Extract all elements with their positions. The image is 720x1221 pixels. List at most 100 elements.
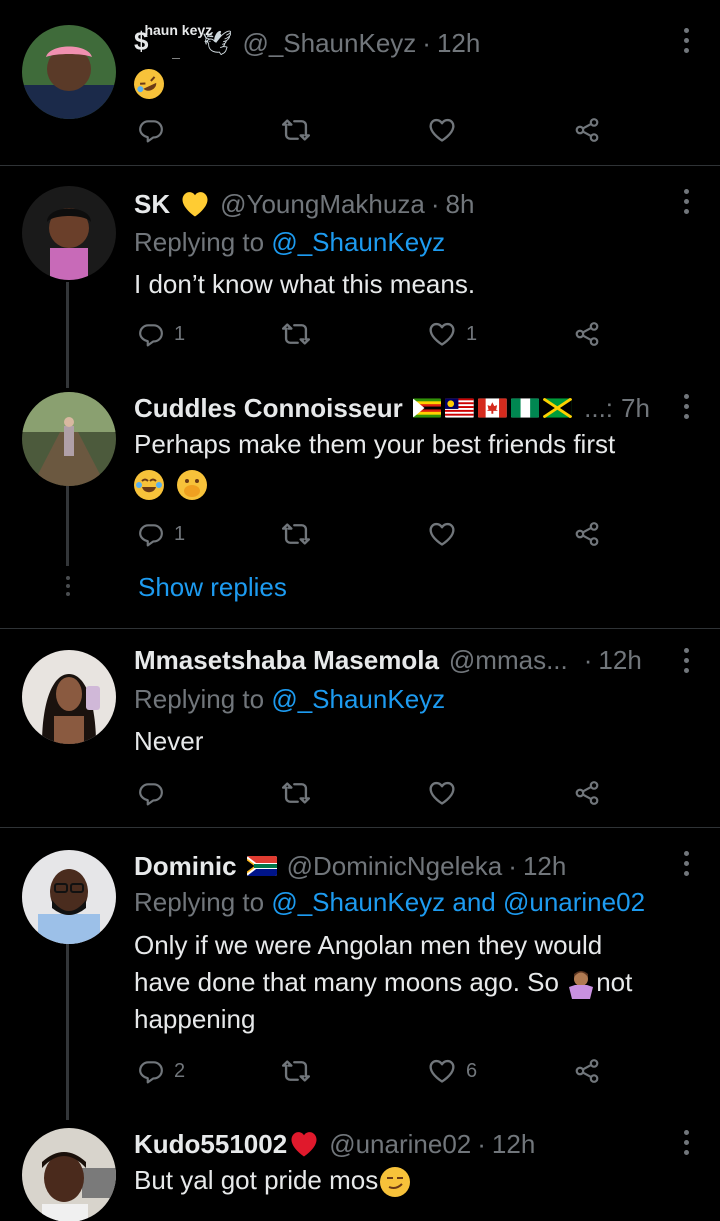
share-button[interactable] (574, 314, 600, 354)
tweet-header: SK @YoungMakhuza · 8h (134, 186, 660, 222)
avatar[interactable] (22, 186, 116, 280)
handle[interactable]: @DominicNgeleka (287, 851, 503, 882)
reply-icon (138, 1058, 164, 1084)
tweet[interactable]: Cuddles Connoisseur ...: 7h Perhaps make… (0, 386, 720, 626)
smirking-face-emoji (380, 1167, 411, 1198)
retweet-button[interactable] (282, 514, 310, 554)
reply-count: 1 (174, 322, 186, 345)
mention-link[interactable]: @_ShaunKeyz and @unarine02 (271, 887, 645, 917)
like-count: 1 (466, 322, 478, 345)
handle[interactable]: @mmas... (449, 645, 568, 676)
canada-flag-icon (478, 398, 507, 418)
reply-icon (138, 321, 164, 347)
tweet-header: $haun keyz_ 🕊 @_ShaunKeyz · 12h (134, 22, 660, 61)
more-options-icon[interactable] (676, 1122, 696, 1162)
like-button[interactable]: 1 (428, 314, 477, 354)
share-button[interactable] (574, 110, 600, 150)
reply-button[interactable]: 1 (138, 314, 185, 354)
tweet[interactable]: Kudo551002 @unarine02 · 12h But yal got … (0, 1120, 720, 1221)
tweet[interactable]: $haun keyz_ 🕊 @_ShaunKeyz · 12h (0, 0, 720, 165)
show-replies-link[interactable]: Show replies (138, 572, 287, 603)
handle[interactable]: @YoungMakhuza (220, 189, 425, 220)
tweet-header: Kudo551002 @unarine02 · 12h (134, 1126, 660, 1162)
tweet-text-segment: not (596, 967, 633, 997)
separator: · (430, 188, 440, 219)
mention-link[interactable]: @_ShaunKeyz (271, 227, 445, 257)
tweet-body: Only if we were Angolan men they would h… (134, 927, 680, 1038)
separator: · (583, 644, 593, 675)
retweet-button[interactable] (282, 110, 310, 150)
handle[interactable]: ...: (584, 393, 613, 424)
retweet-button[interactable] (282, 314, 310, 354)
display-name[interactable]: Dominic (134, 851, 237, 882)
face-with-tears-of-joy-emoji (134, 470, 164, 501)
replying-to: Replying to @_ShaunKeyz (134, 684, 445, 715)
display-name[interactable]: Cuddles Connoisseur (134, 393, 403, 424)
tweet-body: But yal got pride mos (134, 1162, 680, 1199)
replying-to: Replying to @_ShaunKeyz (134, 227, 445, 258)
reply-count: 2 (174, 1059, 186, 1082)
reply-button[interactable]: 1 (138, 514, 185, 554)
timestamp[interactable]: 12h (598, 645, 641, 676)
tweet-body: I don’t know what this means. (134, 269, 476, 299)
timestamp[interactable]: 8h (445, 189, 474, 220)
like-button[interactable]: 6 (428, 1051, 477, 1091)
tweet[interactable]: Mmasetshaba Masemola @mmas... · 12h Repl… (0, 629, 720, 827)
reply-button[interactable] (138, 773, 164, 813)
mention-link[interactable]: @_ShaunKeyz (271, 684, 445, 714)
display-name[interactable]: Mmasetshaba Masemola (134, 645, 439, 676)
more-options-icon[interactable] (676, 386, 696, 426)
like-button[interactable] (428, 514, 456, 554)
reply-button[interactable]: 2 (138, 1051, 185, 1091)
more-options-icon[interactable] (676, 640, 696, 680)
display-name[interactable]: Kudo551002 (134, 1129, 287, 1160)
display-name[interactable]: $haun keyz_ (134, 22, 212, 60)
handle[interactable]: @unarine02 (329, 1129, 471, 1160)
tweet-body: Perhaps make them your best friends firs… (134, 426, 680, 502)
heart-icon (428, 1057, 456, 1085)
share-icon (574, 521, 600, 547)
avatar[interactable] (22, 392, 116, 486)
replying-prefix: Replying to (134, 684, 265, 714)
more-options-icon[interactable] (676, 181, 696, 221)
replying-prefix: Replying to (134, 227, 265, 257)
avatar[interactable] (22, 650, 116, 744)
retweet-icon (282, 116, 310, 144)
heart-icon (428, 520, 456, 548)
replying-prefix: Replying to (134, 887, 265, 917)
tweet-actions: 1 1 (134, 314, 614, 354)
timestamp[interactable]: 12h (492, 1129, 535, 1160)
avatar[interactable] (22, 1128, 116, 1221)
handle[interactable]: @_ShaunKeyz (242, 28, 416, 59)
thread-continuation-dots (66, 576, 71, 596)
tweet-text-segment: have done that many moons ago. So (134, 967, 567, 997)
share-icon (574, 117, 600, 143)
tweet-actions: 2 6 (134, 1051, 614, 1091)
reply-button[interactable] (138, 110, 164, 150)
share-button[interactable] (574, 1051, 600, 1091)
share-icon (574, 780, 600, 806)
display-name[interactable]: SK (134, 189, 170, 220)
timestamp[interactable]: 7h (621, 393, 650, 424)
zimbabwe-flag-icon (412, 398, 442, 418)
share-button[interactable] (574, 514, 600, 554)
more-options-icon[interactable] (676, 20, 696, 60)
tweet-text-line: have done that many moons ago. So not (134, 964, 680, 1001)
like-button[interactable] (428, 773, 456, 813)
like-button[interactable] (428, 110, 456, 150)
avatar[interactable] (22, 850, 116, 944)
retweet-button[interactable] (282, 773, 310, 813)
avatar[interactable] (22, 25, 116, 119)
tweet[interactable]: Dominic @DominicNgeleka · 12h Replying t… (0, 828, 720, 1120)
tweet-text: Perhaps make them your best friends firs… (134, 429, 616, 459)
share-button[interactable] (574, 773, 600, 813)
south-africa-flag-icon (246, 856, 277, 876)
timestamp[interactable]: 12h (437, 28, 480, 59)
tweet-body (129, 64, 680, 105)
tweet-text-line: Only if we were Angolan men they would (134, 930, 603, 960)
more-options-icon[interactable] (676, 843, 696, 883)
timestamp[interactable]: 12h (523, 851, 566, 882)
tweet-body: Never (134, 726, 204, 756)
tweet[interactable]: SK @YoungMakhuza · 8h Replying to @_Shau… (0, 166, 720, 386)
retweet-button[interactable] (282, 1051, 310, 1091)
